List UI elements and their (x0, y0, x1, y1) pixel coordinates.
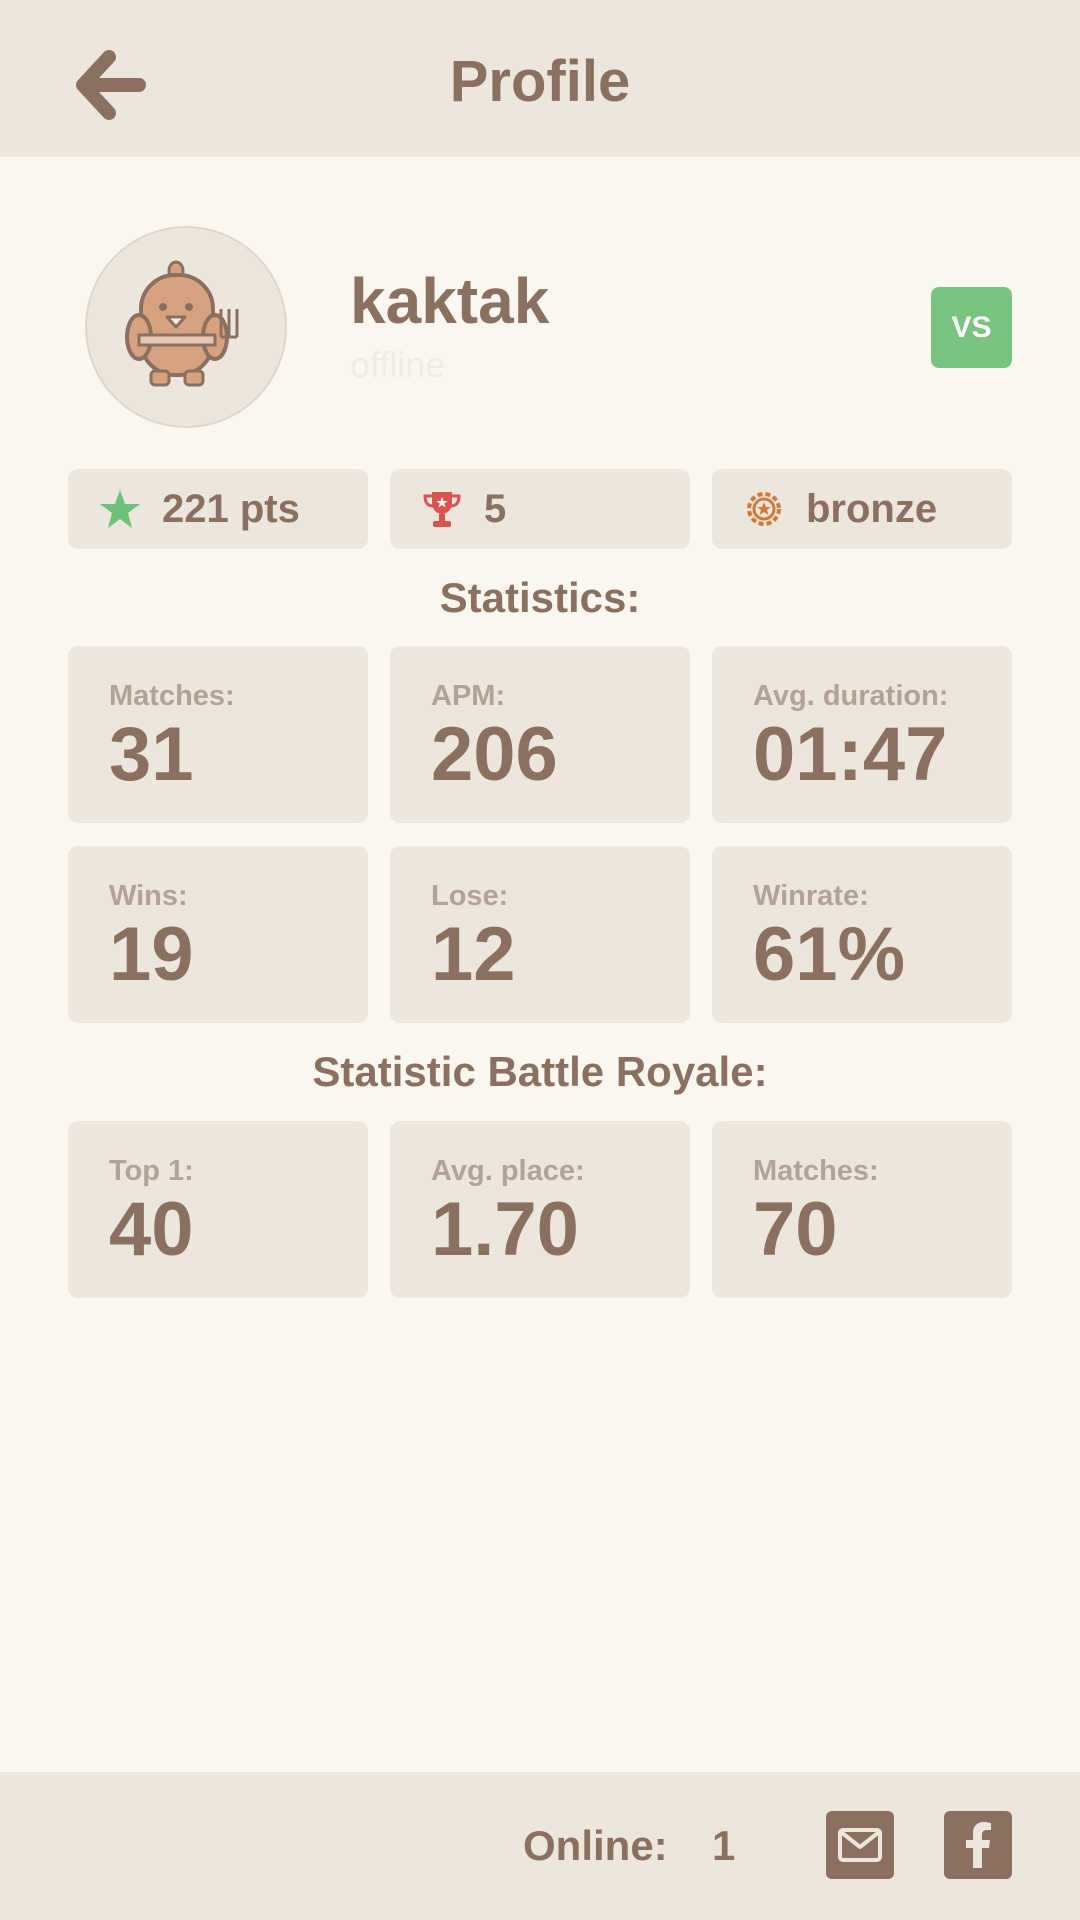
stat-card-br-matches: Matches: 70 (712, 1121, 1012, 1298)
bird-avatar-icon (125, 260, 239, 387)
statistics-title: Statistics: (439, 574, 641, 621)
stat-card-winrate: Winrate: 61% (712, 846, 1012, 1023)
stat-card-avg-place: Avg. place: 1.70 (390, 1121, 690, 1298)
vs-label: VS (951, 310, 992, 344)
stat-value: 19 (109, 912, 194, 997)
stat-label: Avg. place: (431, 1155, 585, 1187)
stat-card-wins: Wins: 19 (68, 846, 368, 1023)
battle-royale-title: Statistic Battle Royale: (312, 1048, 768, 1095)
avatar (85, 226, 287, 428)
trophy-icon (420, 487, 464, 531)
username: kaktak (350, 265, 550, 337)
stat-label: Winrate: (753, 880, 869, 912)
stat-value: 206 (431, 712, 558, 797)
stat-value: 12 (431, 912, 516, 997)
stat-value: 70 (753, 1187, 838, 1272)
stat-card-lose: Lose: 12 (390, 846, 690, 1023)
stat-card-avg-duration: Avg. duration: 01:47 (712, 646, 1012, 823)
league-text: bronze (806, 486, 938, 531)
trophies-badge: 5 (390, 469, 690, 549)
status-text: offline (350, 344, 446, 385)
online-label: Online: (523, 1822, 668, 1869)
stat-card-apm: APM: 206 (390, 646, 690, 823)
facebook-icon (966, 1822, 991, 1868)
stat-label: APM: (431, 680, 506, 712)
stat-value: 40 (109, 1187, 194, 1272)
star-icon (98, 487, 142, 531)
points-text: 221 pts (162, 486, 300, 531)
stat-value: 1.70 (431, 1187, 579, 1272)
online-count: 1 (712, 1822, 736, 1869)
stat-value: 31 (109, 712, 194, 797)
medal-icon (742, 487, 786, 531)
stat-label: Avg. duration: (753, 680, 949, 712)
stat-value: 01:47 (753, 712, 948, 797)
mail-icon (838, 1828, 882, 1862)
stat-label: Lose: (431, 880, 509, 912)
trophies-text: 5 (484, 486, 507, 531)
stat-label: Matches: (109, 680, 235, 712)
league-badge: bronze (712, 469, 1012, 549)
stat-card-top1: Top 1: 40 (68, 1121, 368, 1298)
stat-label: Wins: (109, 880, 188, 912)
stat-value: 61% (753, 912, 906, 997)
points-badge: 221 pts (68, 469, 368, 549)
facebook-button[interactable] (944, 1811, 1012, 1879)
stat-label: Top 1: (109, 1155, 194, 1187)
stat-card-matches: Matches: 31 (68, 646, 368, 823)
vs-button[interactable]: VS (931, 287, 1012, 368)
mail-button[interactable] (826, 1811, 894, 1879)
stat-label: Matches: (753, 1155, 879, 1187)
page-title: Profile (449, 49, 631, 114)
